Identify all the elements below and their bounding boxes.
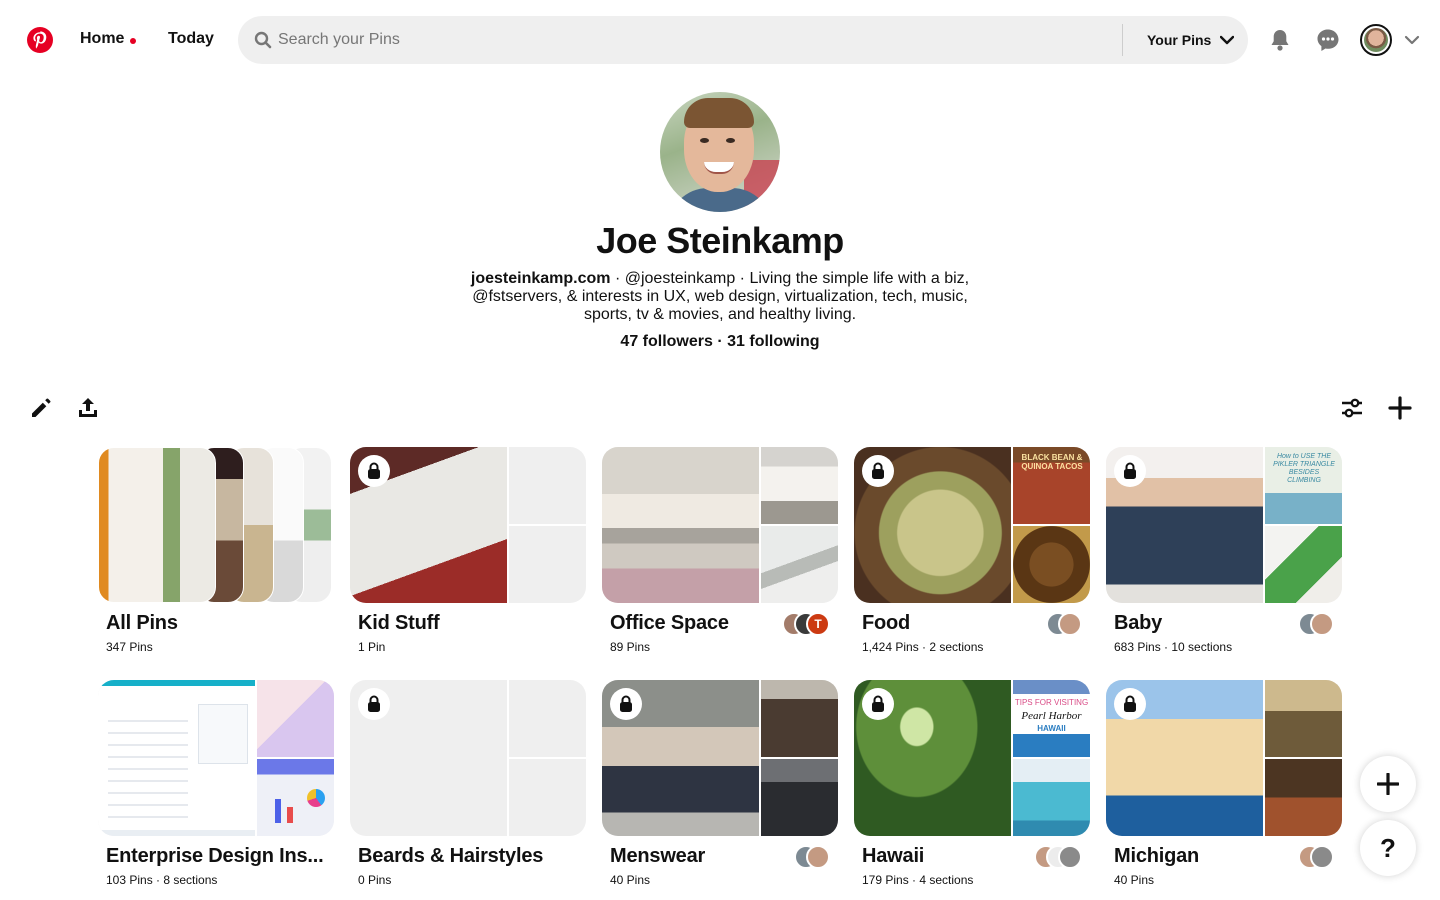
- board-cover: How to USE THE PIKLER TRIANGLE BESIDES C…: [1106, 447, 1342, 603]
- board-enterprise-design[interactable]: Enterprise Design Ins... 103 Pins · 8 se…: [98, 680, 334, 887]
- search-input[interactable]: [278, 16, 1108, 64]
- board-meta: 0 Pins: [358, 873, 392, 887]
- bell-icon[interactable]: [1268, 28, 1292, 52]
- following-link[interactable]: 31 following: [727, 333, 819, 350]
- board-title: Michigan: [1114, 845, 1200, 867]
- collaborator-avatar: [1058, 612, 1082, 636]
- board-kid-stuff[interactable]: Kid Stuff 1 Pin: [350, 447, 586, 654]
- lock-icon: [610, 688, 642, 720]
- board-hawaii[interactable]: TIPS FOR VISITING Pearl Harbor HAWAII Ha…: [854, 680, 1090, 887]
- follow-stats: 47 followers · 31 following: [0, 333, 1440, 351]
- board-cover: TIPS FOR VISITING Pearl Harbor HAWAII: [854, 680, 1090, 836]
- board-meta: 103 Pins · 8 sections: [106, 873, 218, 887]
- cover-caption: TIPS FOR VISITING: [1014, 698, 1089, 707]
- board-cover: BLACK BEAN & QUINOA TACOS: [854, 447, 1090, 603]
- share-upload-icon[interactable]: [76, 396, 100, 420]
- board-meta: 40 Pins: [610, 873, 651, 887]
- cover-caption: How to USE THE PIKLER TRIANGLE BESIDES C…: [1273, 453, 1335, 484]
- board-meta: 347 Pins: [106, 640, 153, 654]
- board-cover: [350, 447, 586, 603]
- messages-icon[interactable]: [1316, 28, 1340, 52]
- board-title: Enterprise Design Ins...: [106, 845, 324, 867]
- search-scope-dropdown[interactable]: Your Pins: [1147, 32, 1211, 48]
- pinterest-logo-icon[interactable]: [27, 27, 53, 53]
- lock-icon: [1114, 455, 1146, 487]
- add-plus-icon[interactable]: [1388, 396, 1412, 420]
- edit-pencil-icon[interactable]: [28, 396, 52, 420]
- board-title: Beards & Hairstyles: [358, 845, 544, 867]
- board-meta: 179 Pins · 4 sections: [862, 873, 974, 887]
- board-cover: [602, 680, 838, 836]
- board-cover: [350, 680, 586, 836]
- nav-today[interactable]: Today: [168, 30, 214, 48]
- lock-icon: [358, 688, 390, 720]
- board-menswear[interactable]: Menswear 40 Pins: [602, 680, 838, 887]
- create-button[interactable]: [1360, 756, 1416, 812]
- profile-name: Joe Steinkamp: [596, 220, 844, 261]
- board-meta: 683 Pins · 10 sections: [1114, 640, 1233, 654]
- account-avatar[interactable]: [1360, 24, 1392, 56]
- board-michigan[interactable]: Michigan 40 Pins: [1106, 680, 1342, 887]
- board-food[interactable]: BLACK BEAN & QUINOA TACOS Food 1,424 Pin…: [854, 447, 1090, 654]
- follow-separator: ·: [712, 333, 728, 350]
- lock-icon: [358, 455, 390, 487]
- filter-sliders-icon[interactable]: [1340, 396, 1364, 420]
- board-cover: [602, 447, 838, 603]
- home-notification-dot: [130, 38, 136, 44]
- collaborator-avatar: [806, 845, 830, 869]
- board-meta: 1,424 Pins · 2 sections: [862, 640, 984, 654]
- nav-home[interactable]: Home: [80, 30, 124, 48]
- search-bar[interactable]: Your Pins: [238, 16, 1248, 64]
- lock-icon: [1114, 688, 1146, 720]
- board-title: Office Space: [610, 612, 729, 634]
- board-title: All Pins: [106, 612, 178, 634]
- collaborator-avatar: [1058, 845, 1082, 869]
- lock-icon: [862, 688, 894, 720]
- board-cover: [98, 447, 334, 603]
- collaborator-avatar: [1310, 845, 1334, 869]
- cover-caption: BLACK BEAN & QUINOA TACOS: [1021, 453, 1083, 471]
- collaborator-avatar: T: [806, 612, 830, 636]
- search-divider: [1122, 24, 1123, 56]
- board-cover: [1106, 680, 1342, 836]
- board-title: Menswear: [610, 845, 706, 867]
- board-title: Food: [862, 612, 911, 634]
- board-meta: 1 Pin: [358, 640, 386, 654]
- top-nav: Home Today Your Pins: [0, 0, 1440, 80]
- account-chevron-down-icon[interactable]: [1404, 33, 1420, 47]
- profile-bio: joesteinkamp.com · @joesteinkamp · Livin…: [470, 270, 970, 324]
- plus-icon: [1376, 772, 1400, 796]
- board-baby[interactable]: How to USE THE PIKLER TRIANGLE BESIDES C…: [1106, 447, 1342, 654]
- board-title: Baby: [1114, 612, 1163, 634]
- profile-website-link[interactable]: joesteinkamp.com: [471, 270, 611, 287]
- board-meta: 89 Pins: [610, 640, 651, 654]
- cover-caption: Pearl Harbor: [1021, 710, 1082, 722]
- board-meta: 40 Pins: [1114, 873, 1155, 887]
- search-icon: [254, 31, 272, 49]
- board-cover: [98, 680, 334, 836]
- lock-icon: [862, 455, 894, 487]
- board-office-space[interactable]: T Office Space 89 Pins: [602, 447, 838, 654]
- collaborator-avatar: [1310, 612, 1334, 636]
- help-button[interactable]: ?: [1360, 820, 1416, 876]
- followers-link[interactable]: 47 followers: [620, 333, 712, 350]
- cover-caption: HAWAII: [1037, 724, 1066, 733]
- board-all-pins[interactable]: All Pins 347 Pins: [98, 447, 334, 654]
- board-title: Kid Stuff: [358, 612, 440, 634]
- board-title: Hawaii: [862, 845, 925, 867]
- profile-avatar: [660, 92, 780, 212]
- chevron-down-icon[interactable]: [1220, 34, 1234, 46]
- board-beards-hairstyles[interactable]: Beards & Hairstyles 0 Pins: [350, 680, 586, 887]
